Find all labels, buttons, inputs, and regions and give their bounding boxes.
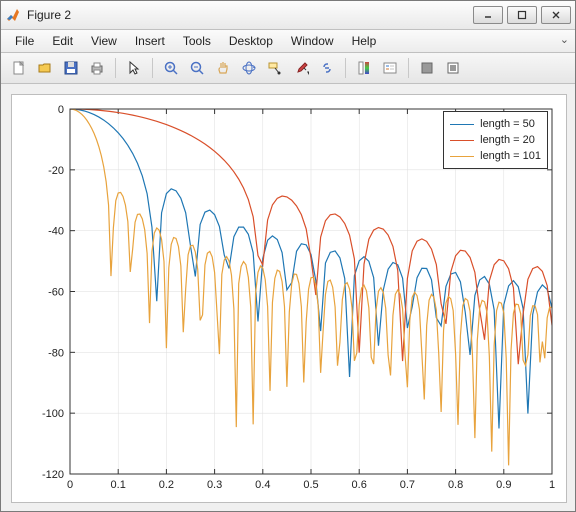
svg-text:0.6: 0.6 [352,479,367,491]
svg-text:0.3: 0.3 [207,479,222,491]
menu-edit[interactable]: Edit [44,32,81,50]
legend-entry-1[interactable]: length = 20 [450,132,541,148]
brush-icon[interactable]: ▾ [289,56,313,80]
legend-entry-0[interactable]: length = 50 [450,116,541,132]
window-buttons [473,6,571,24]
legend-label-2: length = 101 [480,150,541,162]
svg-text:0.4: 0.4 [255,479,270,491]
legend-label-0: length = 50 [480,118,535,130]
figure-window: Figure 2 File Edit View Insert Tools Des… [0,0,576,512]
minimize-button[interactable] [473,6,503,24]
legend[interactable]: length = 50 length = 20 length = 101 [443,111,548,169]
window-title: Figure 2 [27,8,473,22]
axes-panel[interactable]: 0 0.1 0.2 0.3 0.4 0.5 0.6 0.7 0.8 0.9 1 0 -20 -40 -60 -… [11,94,567,503]
svg-text:-60: -60 [48,287,64,299]
titlebar[interactable]: Figure 2 [1,1,575,30]
data-cursor-icon[interactable] [263,56,287,80]
legend-label-1: length = 20 [480,134,535,146]
pan-icon[interactable] [211,56,235,80]
legend-icon[interactable] [378,56,402,80]
link-icon[interactable] [315,56,339,80]
menu-view[interactable]: View [83,32,125,50]
colorbar-icon[interactable] [352,56,376,80]
svg-text:0.9: 0.9 [496,479,511,491]
svg-text:1: 1 [549,479,555,491]
open-file-icon[interactable] [33,56,57,80]
pointer-icon[interactable] [122,56,146,80]
new-file-icon[interactable] [7,56,31,80]
save-icon[interactable] [59,56,83,80]
legend-swatch-1 [450,140,474,141]
menu-file[interactable]: File [7,32,42,50]
show-plot-icon[interactable] [441,56,465,80]
legend-swatch-0 [450,124,474,125]
menu-tools[interactable]: Tools [175,32,219,50]
hide-plot-icon[interactable] [415,56,439,80]
close-button[interactable] [541,6,571,24]
svg-text:0: 0 [67,479,73,491]
print-icon[interactable] [85,56,109,80]
matlab-icon [5,7,21,23]
svg-text:0.5: 0.5 [303,479,318,491]
menu-desktop[interactable]: Desktop [221,32,281,50]
svg-text:-80: -80 [48,347,64,359]
svg-text:-40: -40 [48,226,64,238]
svg-text:0.1: 0.1 [111,479,126,491]
menu-insert[interactable]: Insert [127,32,173,50]
zoom-out-icon[interactable] [185,56,209,80]
menu-dock-icon[interactable]: ⌄ [560,33,569,46]
svg-text:0.8: 0.8 [448,479,463,491]
svg-text:-100: -100 [42,408,64,420]
legend-swatch-2 [450,156,474,157]
svg-text:0.2: 0.2 [159,479,174,491]
menubar: File Edit View Insert Tools Desktop Wind… [1,30,575,53]
svg-text:▾: ▾ [307,70,309,76]
menu-window[interactable]: Window [283,32,342,50]
rotate3d-icon[interactable] [237,56,261,80]
svg-text:0.7: 0.7 [400,479,415,491]
figure-canvas: 0 0.1 0.2 0.3 0.4 0.5 0.6 0.7 0.8 0.9 1 0 -20 -40 -60 -… [1,84,575,511]
svg-text:0: 0 [58,104,64,116]
svg-text:-120: -120 [42,469,64,481]
legend-entry-2[interactable]: length = 101 [450,148,541,164]
toolbar: ▾ [1,53,575,84]
zoom-in-icon[interactable] [159,56,183,80]
menu-help[interactable]: Help [344,32,385,50]
maximize-button[interactable] [507,6,537,24]
svg-text:-20: -20 [48,165,64,177]
